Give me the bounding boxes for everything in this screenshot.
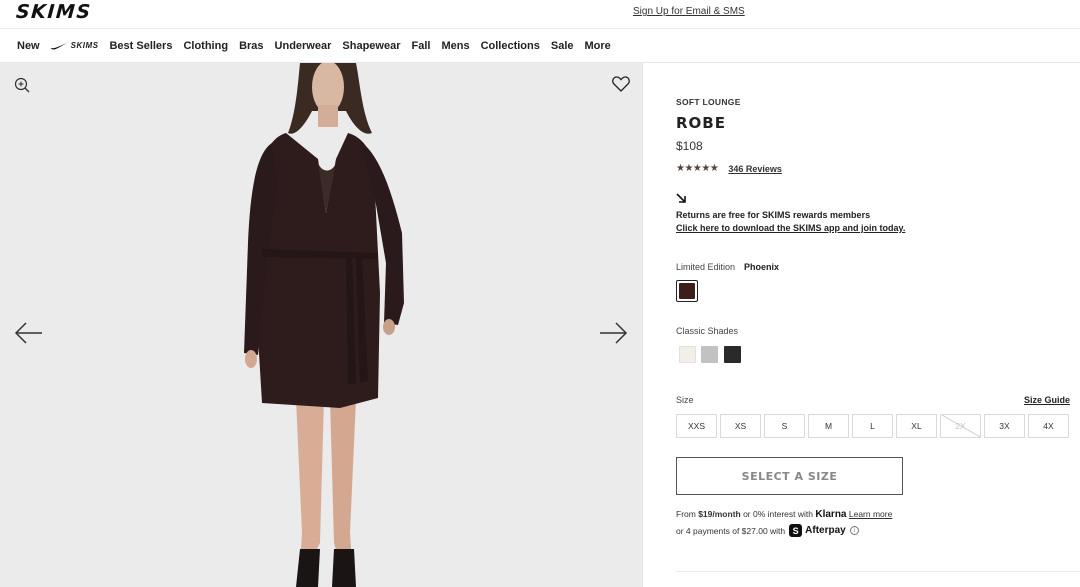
selected-color-name: Phoenix: [744, 262, 780, 272]
info-icon[interactable]: i: [849, 526, 859, 535]
nav-item-shapewear[interactable]: Shapewear: [342, 40, 400, 52]
klarna-financing: From $19/month or 0% interest with Klarn…: [676, 509, 892, 520]
size-option-xl[interactable]: XL: [896, 414, 937, 438]
klarna-learn-more-link[interactable]: Learn more: [849, 509, 892, 519]
product-title: ROBE: [676, 114, 726, 132]
size-selector: XXS XS S M L XL 2X 3X 4X: [676, 414, 1072, 438]
product-photo[interactable]: [0, 63, 642, 587]
nav-item-nike-skims[interactable]: SKIMS: [50, 41, 99, 50]
afterpay-badge-icon: S: [789, 524, 803, 537]
size-option-3x[interactable]: 3X: [984, 414, 1025, 438]
returns-info: Returns are free for SKIMS rewards membe…: [676, 210, 871, 220]
divider: [642, 63, 643, 587]
reviews-link[interactable]: 346 Reviews: [728, 164, 782, 174]
classic-shades-label: Classic Shades: [676, 326, 739, 336]
klarna-prefix: From: [676, 509, 699, 519]
select-size-button[interactable]: SELECT A SIZE: [676, 457, 903, 495]
arrow-left-icon[interactable]: [14, 322, 44, 344]
nav-item-best-sellers[interactable]: Best Sellers: [109, 40, 172, 52]
nav-item-new[interactable]: New: [17, 40, 40, 52]
edition-label: Limited Edition: [676, 262, 736, 272]
nav-item-sale[interactable]: Sale: [551, 40, 574, 52]
nav-item-bras[interactable]: Bras: [239, 40, 263, 52]
product-collection: SOFT LOUNGE: [676, 97, 741, 107]
afterpay-financing: or 4 payments of $27.00 with S Afterpay …: [676, 524, 859, 537]
color-swatch-heather-grey[interactable]: [701, 346, 718, 363]
size-option-2x-sold-out[interactable]: 2X: [940, 414, 981, 438]
main-nav: New SKIMS Best Sellers Clothing Bras Und…: [0, 29, 1080, 62]
top-bar: SKIMS Sign Up for Email & SMS: [0, 0, 1080, 28]
size-label: Size: [676, 395, 694, 405]
color-swatch-phoenix[interactable]: [676, 280, 698, 302]
size-guide-link[interactable]: Size Guide: [1024, 395, 1070, 405]
size-option-s[interactable]: S: [764, 414, 805, 438]
zoom-in-icon[interactable]: [14, 77, 30, 93]
heart-icon[interactable]: [612, 76, 630, 92]
size-option-xxs[interactable]: XXS: [676, 414, 717, 438]
swatch-fill: [679, 283, 695, 299]
afterpay-text: or 4 payments of $27.00 with: [676, 525, 786, 536]
color-swatch-bone[interactable]: [679, 346, 696, 363]
size-option-l[interactable]: L: [852, 414, 893, 438]
skims-logo[interactable]: SKIMS: [15, 1, 92, 23]
nav-item-collections[interactable]: Collections: [481, 40, 540, 52]
download-app-link[interactable]: Click here to download the SKIMS app and…: [676, 223, 905, 233]
divider: [676, 571, 1080, 572]
product-image-gallery: [0, 63, 642, 587]
product-rating: ★★★★★ 346 Reviews: [676, 163, 782, 174]
afterpay-logo: Afterpay: [805, 525, 846, 536]
klarna-middle: or 0% interest with: [740, 509, 816, 519]
klarna-amount: $19/month: [698, 509, 741, 519]
klarna-logo: Klarna: [815, 509, 847, 520]
nike-skims-label: SKIMS: [70, 41, 99, 50]
nav-item-clothing[interactable]: Clothing: [183, 40, 228, 52]
color-swatch-onyx[interactable]: [724, 346, 741, 363]
arrow-down-right-icon: [676, 193, 686, 203]
nav-item-underwear[interactable]: Underwear: [275, 40, 332, 52]
email-sms-signup-link[interactable]: Sign Up for Email & SMS: [633, 6, 745, 17]
size-option-xs[interactable]: XS: [720, 414, 761, 438]
rating-stars: ★★★★★: [676, 163, 719, 174]
product-price: $108: [676, 139, 703, 153]
nike-swoosh-icon: [50, 41, 69, 50]
nav-item-fall[interactable]: Fall: [411, 40, 430, 52]
arrow-right-icon[interactable]: [598, 322, 628, 344]
nav-item-more[interactable]: More: [585, 40, 611, 52]
size-option-m[interactable]: M: [808, 414, 849, 438]
size-option-4x[interactable]: 4X: [1028, 414, 1069, 438]
nav-item-mens[interactable]: Mens: [441, 40, 469, 52]
